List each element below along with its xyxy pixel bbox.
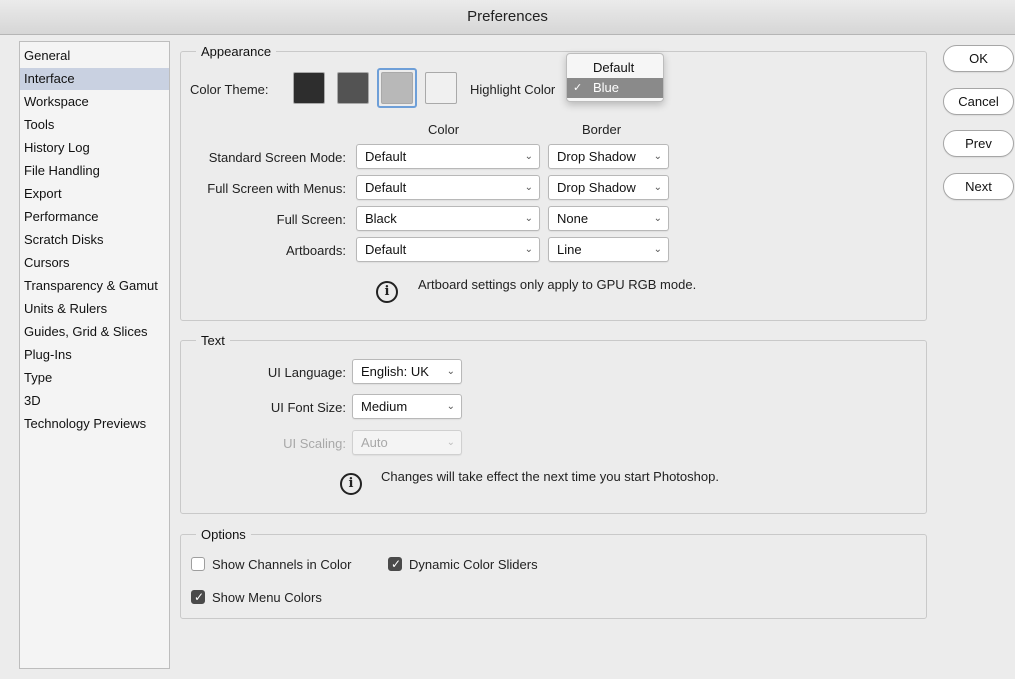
highlight-option-blue-label: Blue [593,80,620,95]
text-legend: Text [196,333,230,348]
sidebar-item-scratch-disks[interactable]: Scratch Disks [20,229,169,251]
full-screen-label: Full Screen: [276,212,346,227]
options-group [180,534,927,619]
full-screen-color-select[interactable]: Black ⌄ [356,206,540,231]
sidebar-item-transparency-gamut[interactable]: Transparency & Gamut [20,275,169,297]
sidebar-item-history-log[interactable]: History Log [20,137,169,159]
show-menu-colors-label[interactable]: Show Menu Colors [212,590,322,605]
sidebar-item-guides-grid-slices[interactable]: Guides, Grid & Slices [20,321,169,343]
theme-swatch-dark[interactable] [337,72,369,104]
show-channels-in-color-checkbox[interactable] [191,557,205,571]
theme-swatch-darkest[interactable] [293,72,325,104]
chevron-down-icon: ⌄ [653,244,662,255]
window-titlebar: Preferences [0,0,1015,35]
window-title: Preferences [467,8,548,25]
select-value: Medium [361,399,408,414]
select-value: Auto [361,435,388,450]
chevron-down-icon: ⌄ [524,151,533,162]
sidebar-item-3d[interactable]: 3D [20,390,169,412]
ui-font-size-select[interactable]: Medium ⌄ [352,394,462,419]
sidebar-item-file-handling[interactable]: File Handling [20,160,169,182]
select-value: Default [365,149,407,164]
sidebar-item-general[interactable]: General [20,45,169,67]
select-value: Default [365,242,407,257]
full-screen-with-menus-border-select[interactable]: Drop Shadow ⌄ [548,175,669,200]
info-icon: i [340,473,362,495]
ok-button[interactable]: OK [943,45,1014,72]
chevron-down-icon: ⌄ [524,182,533,193]
artboards-border-select[interactable]: Line ⌄ [548,237,669,262]
full-screen-with-menus-label: Full Screen with Menus: [207,181,346,196]
standard-screen-mode-border-select[interactable]: Drop Shadow ⌄ [548,144,669,169]
cancel-button[interactable]: Cancel [943,88,1014,115]
color-column-header: Color [428,122,460,137]
restart-note: Changes will take effect the next time y… [381,469,719,484]
chevron-down-icon: ⌄ [446,366,455,377]
sidebar-item-workspace[interactable]: Workspace [20,91,169,113]
sidebar-item-tools[interactable]: Tools [20,114,169,136]
info-icon: i [376,281,398,303]
checkmark-icon: ✓ [573,82,583,94]
sidebar-item-interface[interactable]: Interface [20,68,169,90]
highlight-option-default[interactable]: Default [567,58,663,78]
artboards-label: Artboards: [286,243,346,258]
ui-scaling-label: UI Scaling: [283,436,346,451]
full-screen-with-menus-color-select[interactable]: Default ⌄ [356,175,540,200]
standard-screen-mode-label: Standard Screen Mode: [208,150,346,165]
full-screen-border-select[interactable]: None ⌄ [548,206,669,231]
select-value: Black [365,211,397,226]
artboard-note: Artboard settings only apply to GPU RGB … [418,277,697,292]
select-value: Drop Shadow [557,149,636,164]
next-button[interactable]: Next [943,173,1014,200]
dynamic-color-sliders-checkbox[interactable]: ✓ [388,557,402,571]
chevron-down-icon: ⌄ [653,182,662,193]
select-value: English: UK [361,364,429,379]
ui-language-label: UI Language: [267,365,346,380]
sidebar-item-units-rulers[interactable]: Units & Rulers [20,298,169,320]
chevron-down-icon: ⌄ [446,401,455,412]
chevron-down-icon: ⌄ [653,151,662,162]
options-legend: Options [196,527,251,542]
preferences-sidebar: General Interface Workspace Tools Histor… [19,41,170,669]
ui-language-select[interactable]: English: UK ⌄ [352,359,462,384]
theme-swatch-medium[interactable] [381,72,413,104]
select-value: Default [365,180,407,195]
sidebar-item-technology-previews[interactable]: Technology Previews [20,413,169,435]
checkmark-icon: ✓ [390,557,402,571]
sidebar-item-cursors[interactable]: Cursors [20,252,169,274]
theme-swatch-light[interactable] [425,72,457,104]
show-channels-in-color-label[interactable]: Show Channels in Color [212,557,351,572]
standard-screen-mode-color-select[interactable]: Default ⌄ [356,144,540,169]
chevron-down-icon: ⌄ [653,213,662,224]
chevron-down-icon: ⌄ [446,437,455,448]
highlight-color-label: Highlight Color [470,82,556,97]
prev-button[interactable]: Prev [943,130,1014,157]
color-theme-label: Color Theme: [190,82,269,97]
select-value: Drop Shadow [557,180,636,195]
dynamic-color-sliders-label[interactable]: Dynamic Color Sliders [409,557,538,572]
sidebar-item-type[interactable]: Type [20,367,169,389]
border-column-header: Border [582,122,622,137]
show-menu-colors-checkbox[interactable]: ✓ [191,590,205,604]
highlight-option-blue[interactable]: ✓ Blue [567,78,663,98]
sidebar-item-export[interactable]: Export [20,183,169,205]
ui-font-size-label: UI Font Size: [270,400,346,415]
ui-scaling-select: Auto ⌄ [352,430,462,455]
select-value: Line [557,242,582,257]
highlight-color-popup: Default ✓ Blue [566,53,664,102]
appearance-legend: Appearance [196,44,277,59]
chevron-down-icon: ⌄ [524,244,533,255]
sidebar-item-plug-ins[interactable]: Plug-Ins [20,344,169,366]
chevron-down-icon: ⌄ [524,213,533,224]
select-value: None [557,211,589,226]
sidebar-item-performance[interactable]: Performance [20,206,169,228]
artboards-color-select[interactable]: Default ⌄ [356,237,540,262]
checkmark-icon: ✓ [193,590,205,604]
